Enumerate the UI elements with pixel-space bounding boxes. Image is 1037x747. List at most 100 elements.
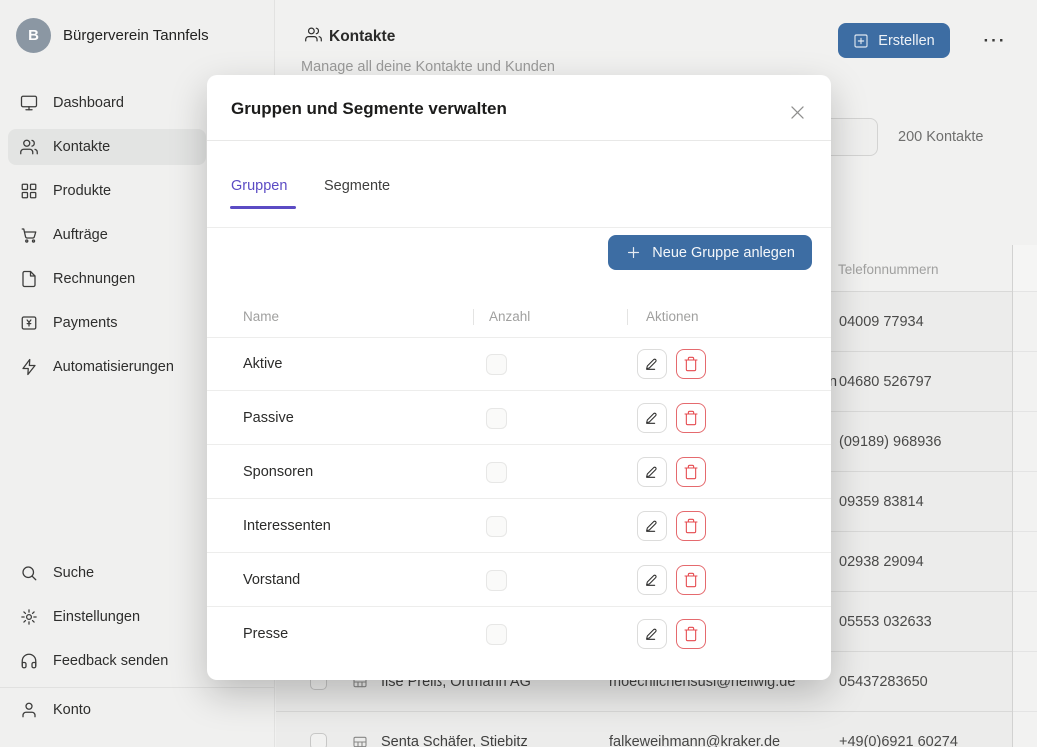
- contact-phone: 02938 29094: [839, 532, 924, 592]
- sidebar-item-produkte[interactable]: Produkte: [8, 173, 206, 209]
- contacts-count: 200 Kontakte: [898, 118, 998, 156]
- delete-group-button[interactable]: [676, 457, 706, 487]
- manage-groups-modal: Gruppen und Segmente verwalten Gruppen S…: [207, 75, 831, 680]
- sidebar-item-kontakte[interactable]: Kontakte: [8, 129, 206, 165]
- org-avatar: B: [16, 18, 51, 53]
- sidebar-item-label: Konto: [53, 702, 91, 718]
- sidebar-item-einstellungen[interactable]: Einstellungen: [8, 599, 206, 635]
- sidebar-item-label: Aufträge: [53, 227, 108, 243]
- group-row: Passive: [207, 391, 831, 445]
- modal-header-divider: [207, 140, 831, 141]
- new-group-button[interactable]: Neue Gruppe anlegen: [608, 235, 812, 270]
- plus-icon: [625, 244, 642, 261]
- pencil-icon: [644, 356, 660, 372]
- row-checkbox[interactable]: [310, 733, 327, 747]
- tab-gruppen[interactable]: Gruppen: [231, 172, 287, 200]
- count-placeholder: [486, 624, 507, 645]
- count-placeholder: [486, 570, 507, 591]
- contact-phone: 05437283650: [839, 652, 928, 712]
- sidebar-item-label: Produkte: [53, 183, 111, 199]
- edit-group-button[interactable]: [637, 457, 667, 487]
- count-placeholder: [486, 408, 507, 429]
- close-icon[interactable]: [785, 100, 809, 124]
- trash-icon: [683, 626, 699, 642]
- contact-phone: 04680 526797: [839, 352, 932, 412]
- trash-icon: [683, 356, 699, 372]
- contact-phone: 05553 032633: [839, 592, 932, 652]
- trash-icon: [683, 572, 699, 588]
- group-name: Vorstand: [243, 553, 300, 607]
- contact-phone: +49(0)6921 60274: [839, 712, 958, 747]
- group-name: Presse: [243, 607, 288, 661]
- group-name: Interessenten: [243, 499, 331, 553]
- gear-icon: [19, 608, 38, 627]
- sidebar-item-konto[interactable]: Konto: [8, 692, 206, 728]
- sidebar-item-auftraege[interactable]: Aufträge: [8, 217, 206, 253]
- contact-phone: 09359 83814: [839, 472, 924, 532]
- edit-group-button[interactable]: [637, 619, 667, 649]
- sidebar-item-automatisierungen[interactable]: Automatisierungen: [8, 349, 206, 385]
- delete-group-button[interactable]: [676, 403, 706, 433]
- sidebar-item-label: Einstellungen: [53, 609, 140, 625]
- sidebar-item-label: Kontakte: [53, 139, 110, 155]
- contact-phone: (09189) 968936: [839, 412, 941, 472]
- pencil-icon: [644, 410, 660, 426]
- delete-group-button[interactable]: [676, 565, 706, 595]
- delete-group-button[interactable]: [676, 511, 706, 541]
- active-tab-underline: [230, 206, 296, 209]
- user-icon: [19, 701, 38, 720]
- page-header: Kontakte: [305, 26, 395, 48]
- sidebar-item-label: Automatisierungen: [53, 359, 174, 375]
- new-group-button-label: Neue Gruppe anlegen: [652, 245, 795, 261]
- sidebar-footer-nav: Suche Einstellungen Feedback senden: [0, 555, 212, 687]
- sidebar-item-label: Dashboard: [53, 95, 124, 111]
- edit-group-button[interactable]: [637, 565, 667, 595]
- trash-icon: [683, 410, 699, 426]
- column-separator: [473, 309, 474, 325]
- count-placeholder: [486, 462, 507, 483]
- banknote-yen-icon: [19, 314, 38, 333]
- headphones-icon: [19, 652, 38, 671]
- contact-phone: 04009 77934: [839, 292, 924, 352]
- sidebar-item-label: Suche: [53, 565, 94, 581]
- sidebar-nav: Dashboard Kontakte Produkte Aufträge Rec…: [0, 85, 212, 393]
- organization-icon: [352, 734, 368, 747]
- sidebar-item-label: Rechnungen: [53, 271, 135, 287]
- delete-group-button[interactable]: [676, 349, 706, 379]
- count-placeholder: [486, 354, 507, 375]
- sidebar-item-suche[interactable]: Suche: [8, 555, 206, 591]
- org-switcher[interactable]: B Bürgerverein Tannfels: [16, 18, 209, 53]
- app-window: B Bürgerverein Tannfels Dashboard Kontak…: [0, 0, 1037, 747]
- edit-group-button[interactable]: [637, 511, 667, 541]
- edit-group-button[interactable]: [637, 349, 667, 379]
- sidebar-item-feedback[interactable]: Feedback senden: [8, 643, 206, 679]
- page-subtitle: Manage all deine Kontakte und Kunden: [301, 59, 555, 75]
- edit-group-button[interactable]: [637, 403, 667, 433]
- tab-segmente[interactable]: Segmente: [324, 172, 390, 200]
- pencil-icon: [644, 464, 660, 480]
- sidebar-item-label: Payments: [53, 315, 117, 331]
- group-name: Sponsoren: [243, 445, 313, 499]
- group-row: Presse: [207, 607, 831, 661]
- trash-icon: [683, 464, 699, 480]
- create-button[interactable]: Erstellen: [838, 23, 950, 58]
- more-menu-button[interactable]: ···: [975, 28, 1015, 54]
- table-row[interactable]: Senta Schäfer, Stiebitz falkeweihmann@kr…: [276, 712, 1037, 747]
- sidebar-item-dashboard[interactable]: Dashboard: [8, 85, 206, 121]
- create-button-label: Erstellen: [878, 33, 934, 49]
- modal-title: Gruppen und Segmente verwalten: [231, 99, 507, 119]
- pencil-icon: [644, 518, 660, 534]
- column-separator: [627, 309, 628, 325]
- users-icon: [305, 26, 322, 48]
- grid-icon: [19, 182, 38, 201]
- column-header-name: Name: [243, 297, 279, 337]
- sidebar-item-label: Feedback senden: [53, 653, 168, 669]
- contact-email: falkeweihmann@kraker.de: [609, 712, 780, 747]
- sidebar-item-payments[interactable]: Payments: [8, 305, 206, 341]
- monitor-icon: [19, 94, 38, 113]
- delete-group-button[interactable]: [676, 619, 706, 649]
- search-icon: [19, 564, 38, 583]
- users-icon: [19, 138, 38, 157]
- sidebar-item-rechnungen[interactable]: Rechnungen: [8, 261, 206, 297]
- group-name: Aktive: [243, 337, 283, 391]
